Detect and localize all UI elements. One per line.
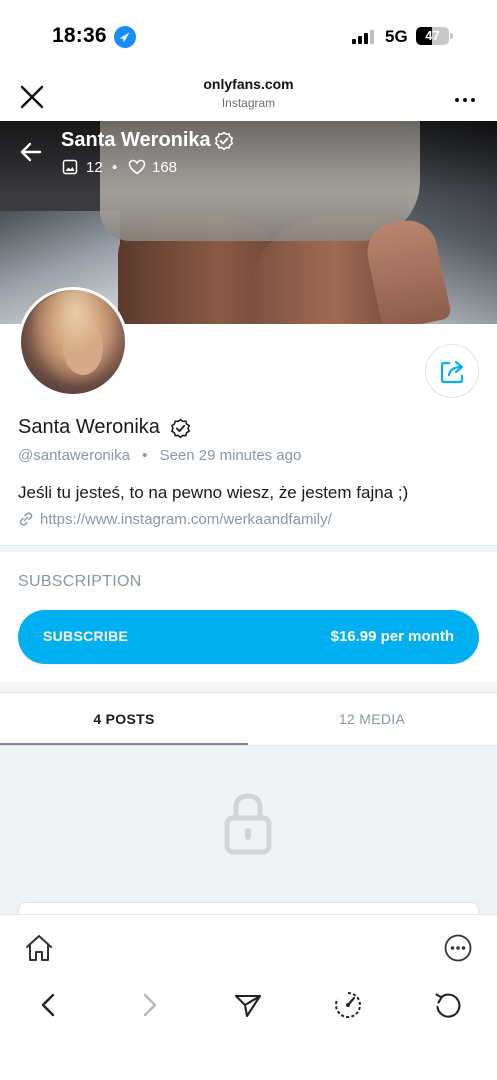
verified-badge-icon	[214, 131, 234, 151]
profile-link[interactable]: https://www.instagram.com/werkaandfamily…	[18, 511, 332, 528]
home-icon	[26, 935, 52, 961]
chevron-right-icon	[143, 993, 157, 1017]
reload-icon	[435, 993, 461, 1018]
photos-count: 12	[86, 159, 103, 176]
url-subtitle: Instagram	[221, 96, 276, 110]
battery-icon: 47	[416, 27, 449, 45]
section-gap	[0, 546, 497, 552]
subscribe-price: $16.99 per month	[330, 628, 454, 645]
home-button[interactable]	[24, 933, 54, 963]
arrow-left-icon	[20, 142, 42, 162]
status-bar: 18:36 5G 47	[0, 0, 497, 66]
url-title: onlyfans.com	[203, 76, 294, 92]
handle-separator: •	[142, 447, 148, 464]
profile-name: Santa Weronika	[18, 416, 160, 438]
link-icon	[19, 512, 33, 526]
browser-back-button[interactable]	[34, 990, 64, 1020]
profile-link-text[interactable]: https://www.instagram.com/werkaandfamily…	[40, 511, 332, 528]
tab-posts[interactable]: 4 POSTS	[0, 693, 248, 745]
send-button[interactable]	[233, 990, 263, 1020]
send-icon	[234, 994, 262, 1018]
verified-badge-icon	[170, 418, 191, 439]
subscribe-button-label: SUBSCRIBE	[43, 628, 129, 644]
share-icon	[440, 360, 464, 384]
gauge-icon	[335, 992, 361, 1018]
cover-profile-name: Santa Weronika	[61, 129, 211, 151]
battery-level: 47	[425, 28, 440, 43]
profile-avatar[interactable]	[18, 287, 128, 397]
subscribe-button[interactable]: SUBSCRIBE $16.99 per month	[18, 610, 479, 664]
more-horizontal-icon	[455, 98, 475, 102]
heart-icon	[128, 159, 146, 179]
section-gap	[0, 682, 497, 692]
image-icon	[62, 159, 78, 179]
browser-more-button[interactable]	[453, 91, 477, 102]
speed-button[interactable]	[333, 990, 363, 1020]
browser-forward-button[interactable]	[134, 990, 164, 1020]
more-circle-icon	[444, 934, 472, 962]
cellular-signal-icon	[352, 30, 378, 44]
last-seen: Seen 29 minutes ago	[159, 447, 302, 464]
profile-handle: @santaweronika	[18, 447, 130, 464]
browser-header: onlyfans.com Instagram	[0, 66, 497, 122]
browser-bottom-bar	[0, 914, 497, 1080]
reload-button[interactable]	[433, 990, 463, 1020]
share-profile-button[interactable]	[425, 344, 479, 398]
battery-tip	[450, 33, 453, 39]
back-button[interactable]	[18, 139, 44, 165]
location-arrow-icon	[114, 26, 136, 48]
chevron-left-icon	[41, 993, 55, 1017]
stats-separator: •	[112, 159, 118, 176]
likes-count: 168	[152, 159, 178, 176]
tab-media[interactable]: 12 MEDIA	[248, 693, 496, 745]
lock-icon	[222, 790, 274, 856]
more-options-button[interactable]	[443, 933, 473, 963]
handle-line: @santaweronika • Seen 29 minutes ago	[18, 447, 301, 464]
profile-bio: Jeśli tu jesteś, to na pewno wiesz, że j…	[18, 483, 409, 502]
status-time: 18:36	[52, 24, 107, 47]
network-type: 5G	[385, 27, 408, 46]
subscription-title: SUBSCRIPTION	[18, 573, 142, 590]
